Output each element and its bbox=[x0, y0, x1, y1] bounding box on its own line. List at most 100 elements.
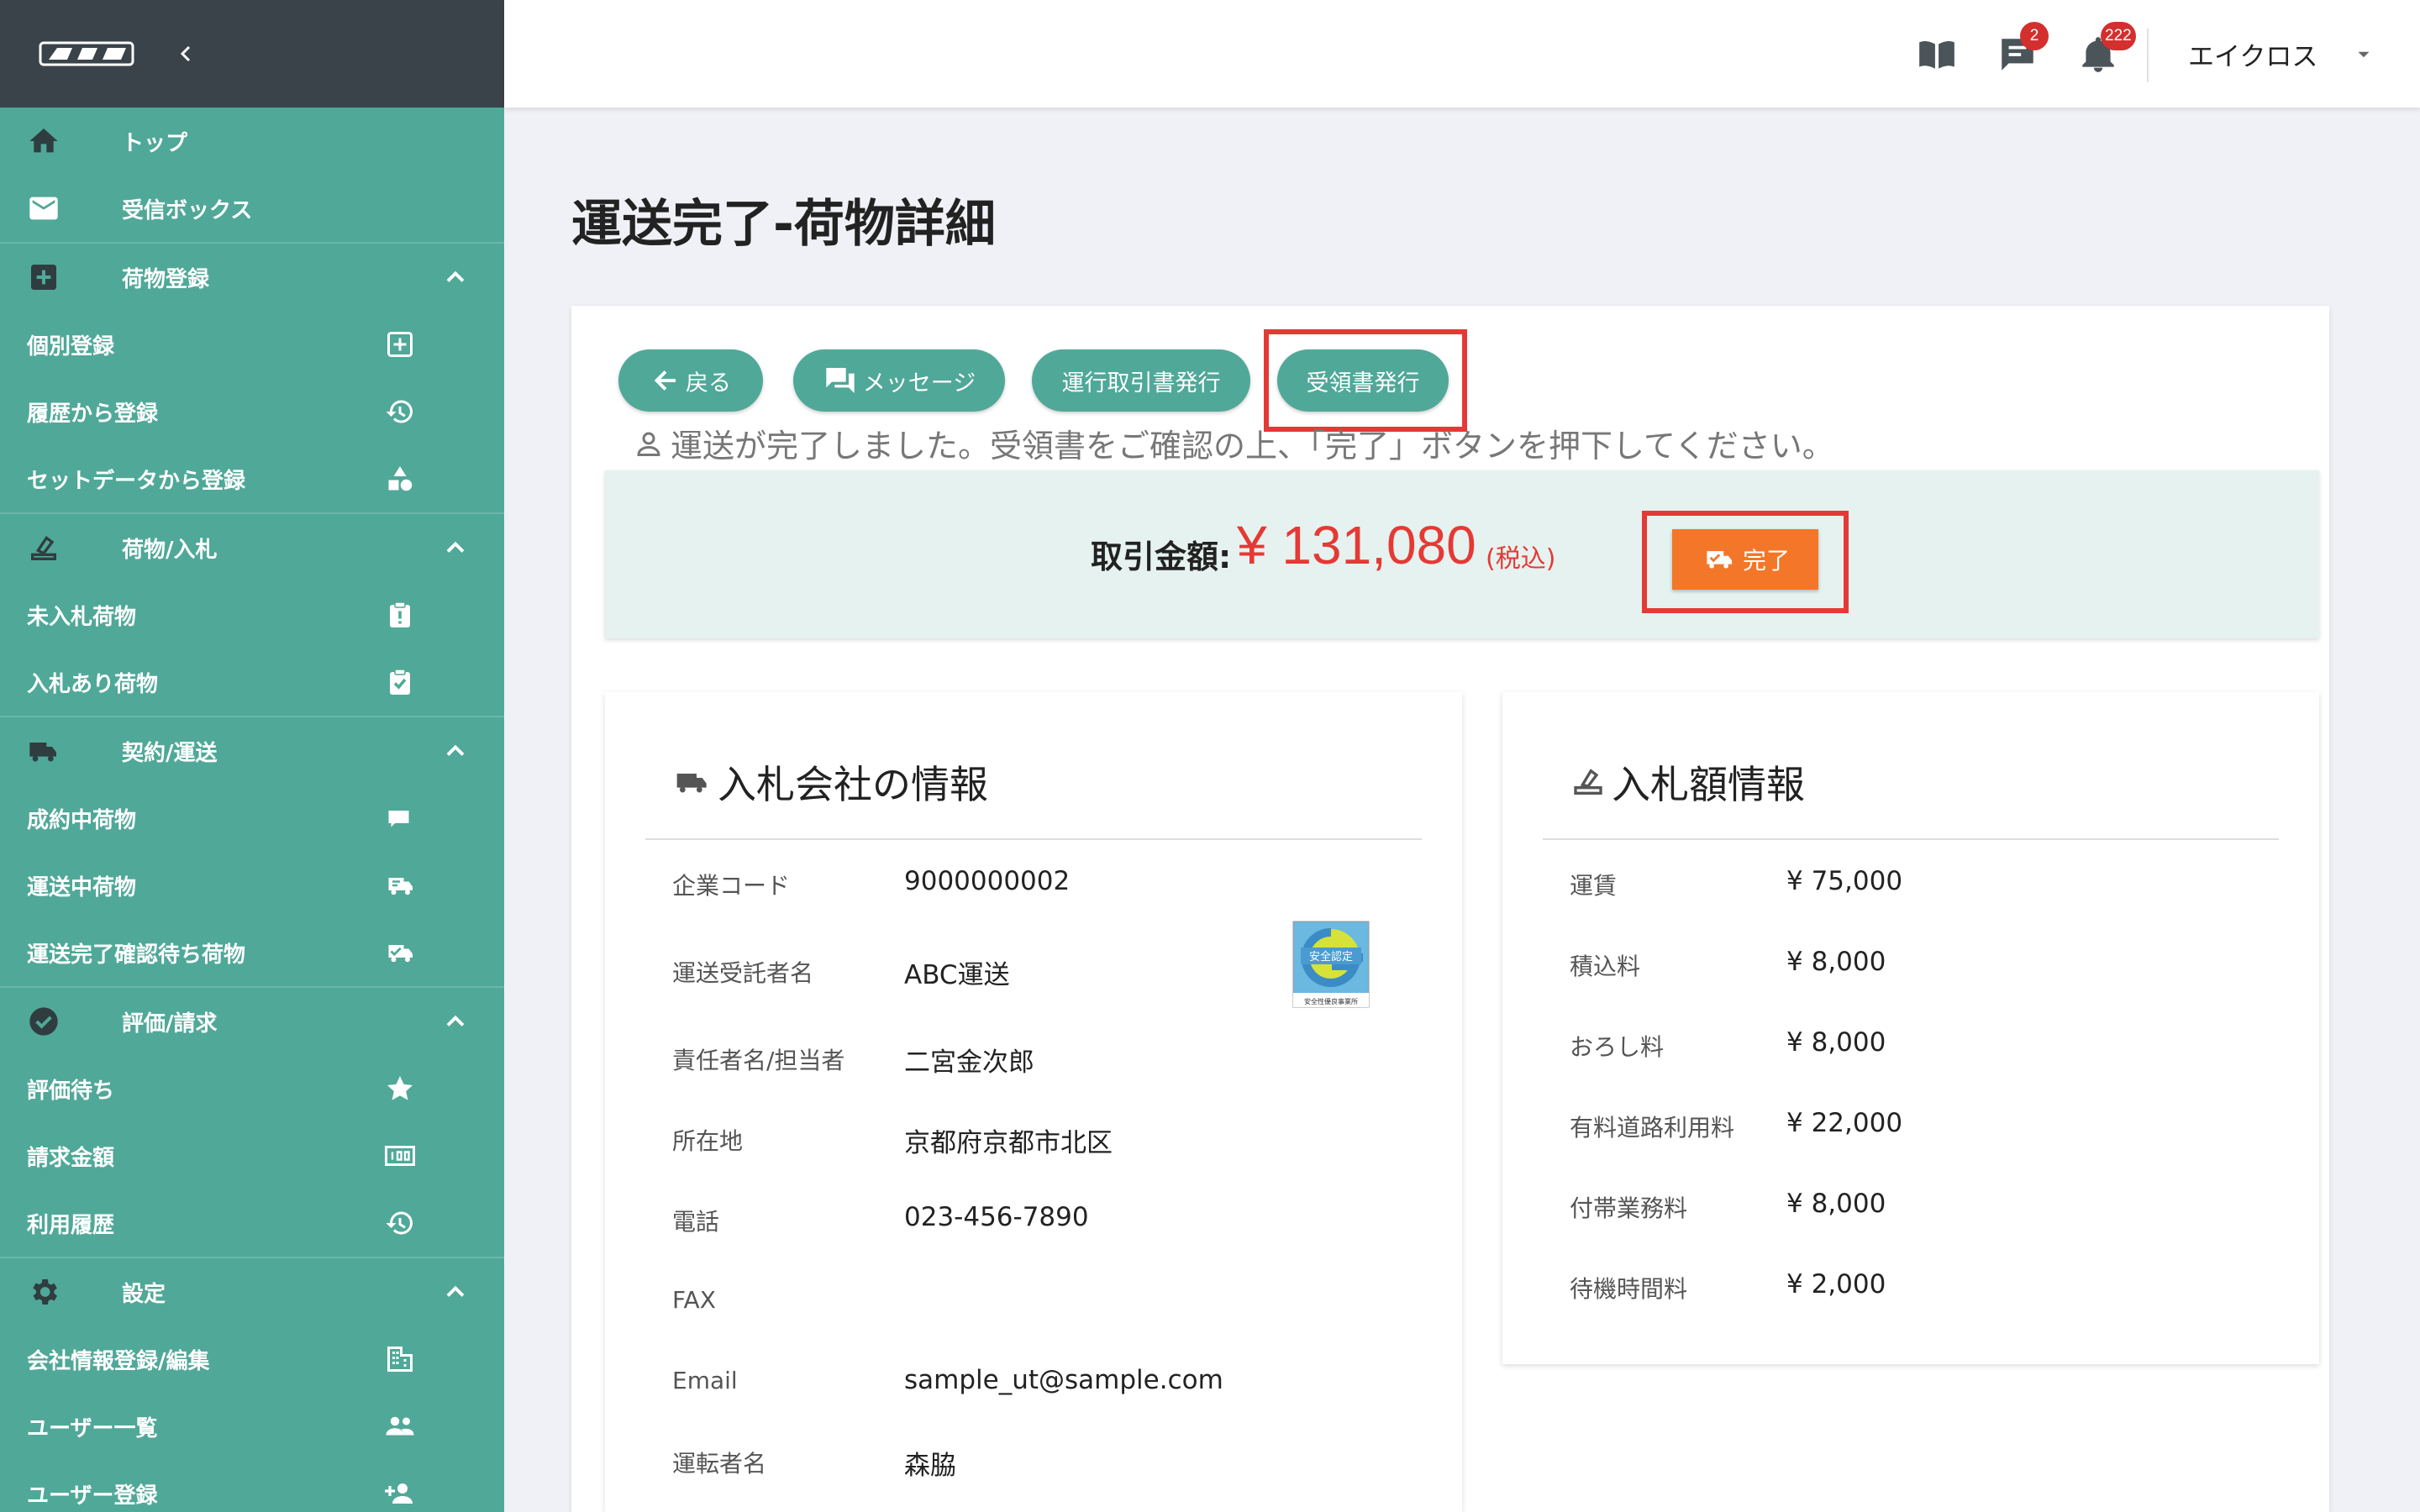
sidebar-item-awaiting-review[interactable]: 評価待ち bbox=[0, 1055, 504, 1122]
sidebar-item-inbox[interactable]: 受信ボックス bbox=[0, 175, 504, 242]
chevron-up-icon[interactable] bbox=[440, 262, 471, 292]
page-title: 運送完了-荷物詳細 bbox=[571, 195, 996, 254]
truck-fast-icon bbox=[383, 869, 417, 902]
truck-check-icon bbox=[383, 936, 417, 969]
chevron-up-icon[interactable] bbox=[440, 533, 471, 563]
sidebar-item-in-transit-cargo[interactable]: 運送中荷物 bbox=[0, 852, 504, 919]
sidebar-item-label: 個別登録 bbox=[27, 333, 115, 360]
users-icon bbox=[383, 1410, 417, 1443]
person-in-charge-label: 責任者名/担当者 bbox=[672, 1047, 845, 1074]
transaction-amount-label: 取引金額: bbox=[1091, 538, 1232, 575]
app-logo[interactable] bbox=[39, 39, 134, 68]
sidebar-item-label: 評価/請求 bbox=[122, 1011, 218, 1037]
sidebar-item-user-registration[interactable]: ユーザー登録 bbox=[0, 1460, 504, 1512]
sidebar-item-contracted-cargo[interactable]: 成約中荷物 bbox=[0, 785, 504, 852]
gear-icon bbox=[33, 1279, 57, 1305]
check-circle-icon bbox=[29, 1007, 58, 1036]
history-icon bbox=[383, 395, 417, 428]
caret-down-icon[interactable] bbox=[2353, 44, 2375, 66]
counter-icon bbox=[383, 1139, 417, 1173]
sidebar-item-usage-history[interactable]: 利用履歴 bbox=[0, 1189, 504, 1257]
bid-icon bbox=[31, 535, 56, 560]
safety-mark-subtext: 安全性優良事業所 bbox=[1304, 997, 1358, 1005]
message-button-label: メッセージ bbox=[862, 370, 976, 396]
sidebar-item-individual-registration[interactable]: 個別登録 bbox=[0, 311, 504, 378]
sidebar-item-company-info[interactable]: 会社情報登録/編集 bbox=[0, 1326, 504, 1393]
transaction-amount-value: ¥ 131,080 bbox=[1237, 515, 1476, 575]
unloading-fee-label: おろし料 bbox=[1570, 1033, 1665, 1061]
clipboard-alert-icon bbox=[383, 598, 417, 632]
incidental-work-fee-value: ¥ 8,000 bbox=[1786, 1189, 1886, 1219]
carrier-name-value: ABC運送 bbox=[904, 960, 1010, 990]
mail-icon bbox=[29, 197, 58, 220]
bid-amount-title-text: 入札額情報 bbox=[1612, 762, 1805, 807]
back-button[interactable]: 戻る bbox=[618, 349, 763, 412]
chevron-up-icon[interactable] bbox=[440, 1006, 471, 1037]
chevron-up-icon[interactable] bbox=[440, 1277, 471, 1307]
phone-value: 023-456-7890 bbox=[904, 1202, 1089, 1232]
sidebar-group-review-billing[interactable]: 評価/請求 bbox=[0, 988, 504, 1055]
sidebar-item-bid-cargo[interactable]: 入札あり荷物 bbox=[0, 648, 504, 716]
sidebar-item-label: 請求金額 bbox=[27, 1145, 115, 1171]
issue-transaction-document-label: 運行取引書発行 bbox=[1061, 370, 1221, 396]
shapes-icon bbox=[383, 462, 417, 496]
waiting-time-fee-label: 待機時間料 bbox=[1570, 1275, 1688, 1303]
sidebar-item-label: 会社情報登録/編集 bbox=[27, 1348, 210, 1374]
sidebar-group-cargo-bid[interactable]: 荷物/入札 bbox=[0, 514, 504, 581]
sidebar-item-register-from-set-data[interactable]: セットデータから登録 bbox=[0, 445, 504, 512]
small-truck-icon bbox=[383, 801, 417, 835]
toll-road-fee-value: ¥ 22,000 bbox=[1786, 1108, 1903, 1138]
sidebar-group-settings[interactable]: 設定 bbox=[0, 1258, 504, 1326]
issue-transaction-document-button[interactable]: 運行取引書発行 bbox=[1032, 349, 1250, 412]
bidding-company-title: 入札会社の情報 bbox=[672, 754, 988, 810]
company-code-value: 9000000002 bbox=[904, 866, 1071, 896]
sidebar-item-unbid-cargo[interactable]: 未入札荷物 bbox=[0, 581, 504, 648]
sidebar: トップ 受信ボックス 荷物登録 個別登録 履歴から登録 セットデータから登録 荷… bbox=[0, 0, 504, 1512]
sidebar-item-billing-amount[interactable]: 請求金額 bbox=[0, 1122, 504, 1189]
freight-value: ¥ 75,000 bbox=[1786, 866, 1903, 896]
sidebar-item-label: 受信ボックス bbox=[122, 197, 253, 223]
sidebar-group-cargo-registration[interactable]: 荷物登録 bbox=[0, 244, 504, 311]
bid-icon bbox=[1574, 769, 1602, 795]
clipboard-check-icon bbox=[383, 665, 417, 699]
divider bbox=[645, 838, 1422, 840]
bid-amount-title: 入札額情報 bbox=[1570, 754, 1805, 810]
sidebar-item-label: 荷物登録 bbox=[122, 266, 210, 292]
top-bar: 2 222 エイクロス bbox=[504, 0, 2420, 108]
bidding-company-title-text: 入札会社の情報 bbox=[718, 762, 988, 807]
highlight-box-receipt bbox=[1264, 329, 1467, 432]
sidebar-item-label: トップ bbox=[122, 130, 188, 156]
manual-book-icon[interactable] bbox=[1916, 34, 1958, 76]
plus-box-icon bbox=[31, 265, 56, 290]
toll-road-fee-label: 有料道路利用料 bbox=[1570, 1114, 1735, 1142]
user-menu-name[interactable]: エイクロス bbox=[2188, 35, 2317, 73]
sidebar-item-label: 荷物/入札 bbox=[122, 537, 218, 563]
arrow-left-icon bbox=[654, 370, 676, 391]
sidebar-item-label: 利用履歴 bbox=[27, 1212, 115, 1238]
sidebar-item-register-from-history[interactable]: 履歴から登録 bbox=[0, 378, 504, 445]
divider bbox=[2147, 29, 2149, 82]
chevron-up-icon[interactable] bbox=[440, 736, 471, 766]
message-button[interactable]: メッセージ bbox=[793, 349, 1005, 412]
tax-included-label: (税込) bbox=[1486, 544, 1556, 574]
freight-label: 運賃 bbox=[1570, 872, 1618, 900]
loading-fee-value: ¥ 8,000 bbox=[1786, 947, 1886, 977]
sidebar-header bbox=[0, 0, 504, 108]
messages-icon[interactable]: 2 bbox=[1996, 22, 2049, 76]
company-code-label: 企業コード bbox=[672, 872, 791, 900]
address-label: 所在地 bbox=[672, 1127, 744, 1155]
email-label: Email bbox=[672, 1367, 738, 1394]
status-notice-text: 運送が完了しました。受領書をご確認の上、「完了」ボタンを押下してください。 bbox=[671, 428, 1834, 465]
sidebar-item-label: 契約/運送 bbox=[122, 740, 218, 766]
building-icon bbox=[383, 1342, 417, 1376]
collapse-sidebar-icon[interactable] bbox=[170, 37, 203, 71]
sidebar-item-top[interactable]: トップ bbox=[0, 108, 504, 175]
sidebar-item-awaiting-completion-cargo[interactable]: 運送完了確認待ち荷物 bbox=[0, 919, 504, 986]
sidebar-item-user-list[interactable]: ユーザー一覧 bbox=[0, 1393, 504, 1460]
status-notice: 運送が完了しました。受領書をご確認の上、「完了」ボタンを押下してください。 bbox=[634, 420, 1834, 466]
sidebar-group-contract-transport[interactable]: 契約/運送 bbox=[0, 717, 504, 785]
notifications-bell-icon[interactable]: 222 bbox=[2077, 22, 2136, 76]
sidebar-item-label: 成約中荷物 bbox=[27, 807, 137, 833]
sidebar-item-label: 履歴から登録 bbox=[27, 401, 159, 427]
sidebar-item-label: 設定 bbox=[122, 1281, 166, 1307]
